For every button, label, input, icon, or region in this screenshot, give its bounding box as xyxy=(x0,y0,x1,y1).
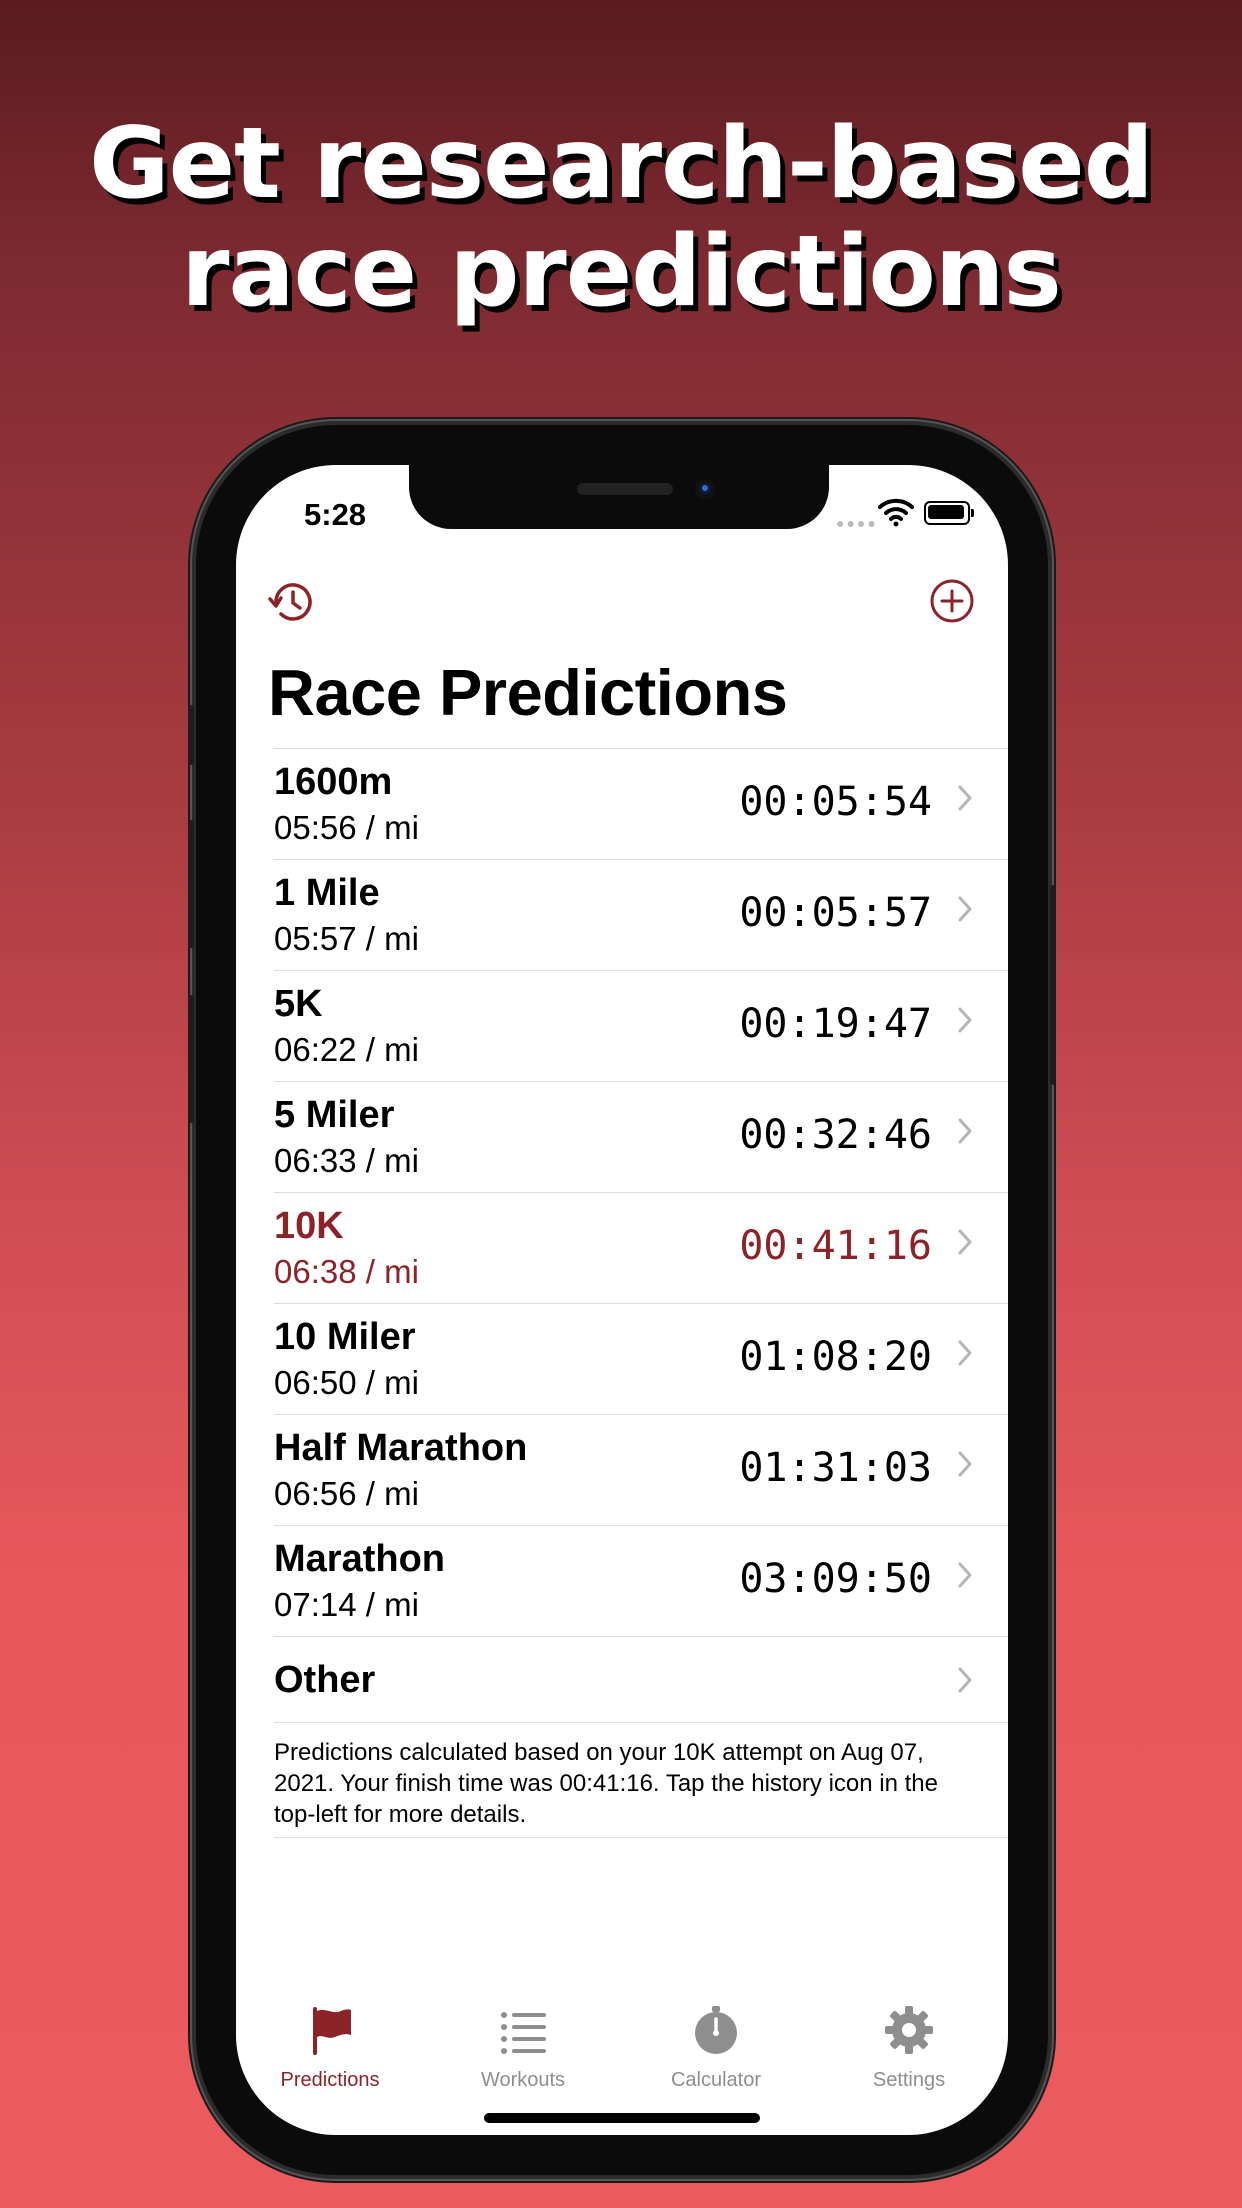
status-time: 5:28 xyxy=(304,497,367,532)
battery-icon xyxy=(924,501,974,525)
marketing-headline: Get research-based race predictions xyxy=(0,110,1242,326)
prediction-row-5k[interactable]: 5K 06:22 / mi 00:19:47 xyxy=(274,970,1008,1081)
headline-line-2: race predictions xyxy=(181,215,1062,329)
status-indicators: ●●●● xyxy=(836,495,976,531)
race-pace: 06:50 / mi xyxy=(274,1364,419,1401)
app-screen: 5:28 ●●●● Race Predictions 1600m 05:56 /… xyxy=(236,465,1008,2135)
race-time: 01:08:20 xyxy=(739,1334,932,1380)
race-name: Marathon xyxy=(274,1538,445,1580)
tab-label: Predictions xyxy=(280,2069,380,2091)
predictions-footnote: Predictions calculated based on your 10K… xyxy=(274,1722,1008,1838)
chevron-right-icon xyxy=(958,1451,972,1477)
race-name: 1600m xyxy=(274,761,393,803)
phone-frame: 5:28 ●●●● Race Predictions 1600m 05:56 /… xyxy=(188,425,1056,2175)
race-pace: 07:14 / mi xyxy=(274,1586,419,1623)
chevron-right-icon xyxy=(958,896,972,922)
chevron-right-icon xyxy=(958,1562,972,1588)
list-icon xyxy=(501,2012,546,2054)
prediction-row-other[interactable]: Other xyxy=(274,1636,1008,1722)
chevron-right-icon xyxy=(958,1118,972,1144)
chevron-right-icon xyxy=(958,1007,972,1033)
race-name: 5K xyxy=(274,983,323,1025)
other-label: Other xyxy=(274,1659,376,1701)
race-name: 1 Mile xyxy=(274,872,380,914)
tab-label: Calculator xyxy=(670,2069,762,2091)
race-time: 00:05:54 xyxy=(739,779,932,825)
power-button xyxy=(1050,885,1056,1085)
race-pace: 06:33 / mi xyxy=(274,1142,419,1179)
race-pace: 06:22 / mi xyxy=(274,1031,419,1068)
prediction-row-marathon[interactable]: Marathon 07:14 / mi 03:09:50 xyxy=(274,1525,1008,1636)
chevron-right-icon xyxy=(958,785,972,811)
race-pace: 05:57 / mi xyxy=(274,920,419,957)
race-name: 5 Miler xyxy=(274,1094,395,1136)
signal-dots-icon: ●●●● xyxy=(836,515,878,531)
prediction-row-5-miler[interactable]: 5 Miler 06:33 / mi 00:32:46 xyxy=(274,1081,1008,1192)
volume-down-button xyxy=(188,995,194,1123)
tab-bar: Predictions Workouts Calculator Settings xyxy=(236,2005,1008,2105)
race-time: 00:19:47 xyxy=(739,1001,932,1047)
mute-switch xyxy=(188,705,194,765)
gear-icon xyxy=(885,2006,933,2054)
race-pace: 06:38 / mi xyxy=(274,1253,419,1290)
headline-line-1: Get research-based xyxy=(89,107,1154,221)
race-name: 10 Miler xyxy=(274,1316,416,1358)
plus-circle-icon[interactable] xyxy=(928,577,976,625)
tab-predictions[interactable]: Predictions xyxy=(250,2005,410,2095)
tab-label: Settings xyxy=(872,2069,946,2091)
volume-up-button xyxy=(188,820,194,948)
race-pace: 05:56 / mi xyxy=(274,809,419,846)
camera-icon xyxy=(695,479,715,499)
prediction-row-half-marathon[interactable]: Half Marathon 06:56 / mi 01:31:03 xyxy=(274,1414,1008,1525)
home-indicator[interactable] xyxy=(484,2113,760,2123)
chevron-right-icon xyxy=(958,1229,972,1255)
history-icon[interactable] xyxy=(266,577,316,627)
chevron-right-icon xyxy=(958,1340,972,1366)
flag-icon xyxy=(313,2007,351,2055)
race-name: 10K xyxy=(274,1205,344,1247)
stopwatch-icon xyxy=(695,2006,737,2054)
notch xyxy=(409,465,829,529)
race-time: 00:05:57 xyxy=(739,890,932,936)
tab-calculator[interactable]: Calculator xyxy=(636,2005,796,2095)
race-name: Half Marathon xyxy=(274,1427,528,1469)
prediction-row-10-miler[interactable]: 10 Miler 06:50 / mi 01:08:20 xyxy=(274,1303,1008,1414)
chevron-right-icon xyxy=(958,1667,972,1693)
race-time: 00:32:46 xyxy=(739,1112,932,1158)
speaker-grille xyxy=(577,483,673,495)
page-title: Race Predictions xyxy=(268,656,788,729)
wifi-icon xyxy=(878,498,914,527)
race-time: 03:09:50 xyxy=(739,1556,932,1602)
predictions-list: 1600m 05:56 / mi 00:05:54 1 Mile 05:57 /… xyxy=(274,748,1008,1838)
race-pace: 06:56 / mi xyxy=(274,1475,419,1512)
tab-settings[interactable]: Settings xyxy=(829,2005,989,2095)
prediction-row-10k[interactable]: 10K 06:38 / mi 00:41:16 xyxy=(274,1192,1008,1303)
race-time: 01:31:03 xyxy=(739,1445,932,1491)
prediction-row-1-mile[interactable]: 1 Mile 05:57 / mi 00:05:57 xyxy=(274,859,1008,970)
race-time: 00:41:16 xyxy=(739,1223,932,1269)
tab-label: Workouts xyxy=(480,2069,566,2091)
tab-workouts[interactable]: Workouts xyxy=(443,2005,603,2095)
prediction-row-1600m[interactable]: 1600m 05:56 / mi 00:05:54 xyxy=(274,748,1008,859)
